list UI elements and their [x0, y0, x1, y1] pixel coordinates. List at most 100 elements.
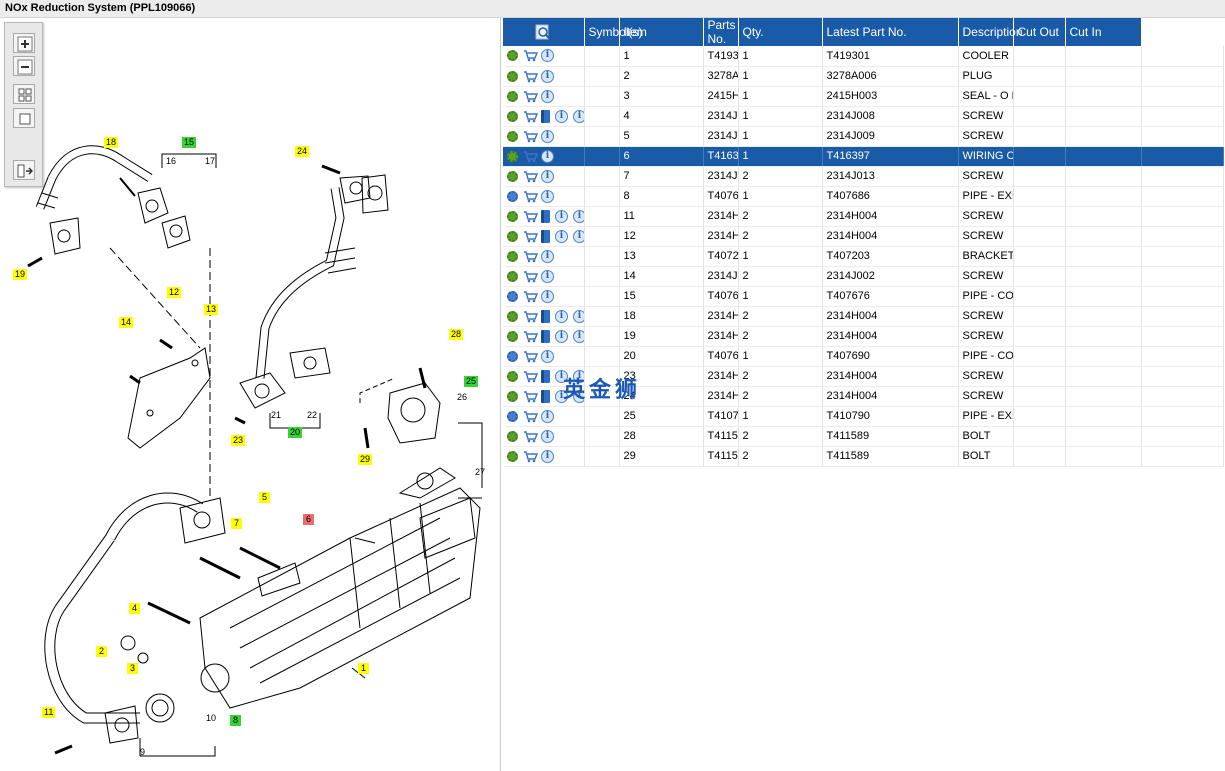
callout-item[interactable]: 8	[230, 715, 241, 726]
add-to-cart-icon[interactable]	[523, 70, 539, 83]
table-row[interactable]: i25T4107901T410790PIPE - EXHAUST	[503, 406, 1224, 427]
callout-item[interactable]: 5	[259, 492, 270, 503]
column-header[interactable]: Symbol(s)	[584, 18, 643, 46]
part-options-gear-icon[interactable]	[507, 450, 518, 462]
fit-all-button[interactable]	[13, 84, 35, 104]
table-row[interactable]: i32415H00312415H003SEAL - O RING	[503, 86, 1224, 107]
add-to-cart-icon[interactable]	[523, 130, 539, 143]
part-info-icon[interactable]: i	[541, 269, 554, 283]
supersession-info-icon[interactable]: i	[573, 209, 583, 223]
callout-item[interactable]: 17	[203, 156, 217, 167]
table-row[interactable]: i6T4163971T416397WIRING CLIP	[503, 146, 1224, 167]
column-header[interactable]: Cut In	[1065, 18, 1142, 46]
part-options-gear-icon[interactable]	[507, 210, 518, 222]
add-to-cart-icon[interactable]	[523, 90, 539, 103]
part-options-gear-icon[interactable]	[507, 90, 518, 102]
callout-item[interactable]: 22	[305, 410, 319, 421]
part-options-gear-icon[interactable]	[507, 230, 518, 242]
table-row[interactable]: ii42314J00812314J008SCREW	[503, 106, 1224, 127]
callout-item[interactable]: 7	[231, 518, 242, 529]
add-to-cart-icon[interactable]	[523, 270, 539, 283]
callout-item[interactable]: 19	[13, 269, 28, 280]
supersession-info-icon[interactable]: i	[573, 229, 583, 243]
part-options-gear-icon[interactable]	[507, 350, 518, 362]
supersession-info-icon[interactable]: i	[573, 329, 583, 343]
part-options-gear-icon[interactable]	[507, 170, 518, 182]
reference-book-icon[interactable]	[541, 329, 550, 343]
part-options-gear-icon[interactable]	[507, 290, 518, 302]
part-info-icon[interactable]: i	[541, 169, 554, 183]
part-info-icon[interactable]: i	[541, 149, 554, 163]
callout-item[interactable]: 9	[137, 747, 148, 758]
part-info-icon[interactable]: i	[541, 449, 554, 463]
callout-item[interactable]: 29	[358, 454, 373, 465]
table-row[interactable]: i20T4076901T407690PIPE - COOLANT	[503, 346, 1224, 367]
part-info-icon[interactable]: i	[555, 209, 568, 223]
callout-item[interactable]: 14	[119, 317, 134, 328]
column-header[interactable]: Cut Out	[1013, 18, 1066, 46]
column-header[interactable]: Item	[619, 18, 704, 46]
callout-item[interactable]: 12	[167, 287, 182, 298]
part-options-gear-icon[interactable]	[507, 310, 518, 322]
table-row[interactable]: ii112314H00422314H004SCREW	[503, 206, 1224, 227]
column-header[interactable]: Qty.	[738, 18, 823, 46]
callout-item[interactable]: 13	[204, 304, 219, 315]
column-header[interactable]: Description	[958, 18, 1023, 46]
add-to-cart-icon[interactable]	[523, 430, 539, 443]
column-header[interactable]: Latest Part No.	[822, 18, 959, 46]
add-to-cart-icon[interactable]	[523, 190, 539, 203]
callout-item[interactable]: 1	[358, 663, 369, 674]
callout-item[interactable]: 25	[464, 376, 479, 387]
add-to-cart-icon[interactable]	[523, 250, 539, 263]
table-row[interactable]: i72314J01322314J013SCREW	[503, 166, 1224, 187]
part-info-icon[interactable]: i	[541, 429, 554, 443]
callout-item[interactable]: 21	[269, 410, 283, 421]
part-info-icon[interactable]: i	[555, 309, 568, 323]
part-info-icon[interactable]: i	[541, 409, 554, 423]
callout-item[interactable]: 16	[164, 156, 178, 167]
table-row[interactable]: i15T4076761T407676PIPE - COOLANT	[503, 286, 1224, 307]
table-row[interactable]: i13T4072031T407203BRACKET	[503, 246, 1224, 267]
supersession-info-icon[interactable]: i	[573, 109, 583, 123]
table-row[interactable]: i142314J00222314J002SCREW	[503, 266, 1224, 287]
part-options-gear-icon[interactable]	[507, 390, 518, 402]
table-row[interactable]: i52314J00912314J009SCREW	[503, 126, 1224, 147]
add-to-cart-icon[interactable]	[523, 350, 539, 363]
part-info-icon[interactable]: i	[541, 349, 554, 363]
table-row[interactable]: i28T4115892T411589BOLT	[503, 426, 1224, 447]
add-to-cart-icon[interactable]	[523, 110, 539, 123]
panel-toggle-button[interactable]	[13, 160, 35, 180]
supersession-info-icon[interactable]: i	[573, 309, 583, 323]
reference-book-icon[interactable]	[541, 209, 550, 223]
callout-item[interactable]: 3	[127, 663, 138, 674]
reference-book-icon[interactable]	[541, 369, 550, 383]
part-options-gear-icon[interactable]	[507, 410, 518, 422]
table-row[interactable]: i29T4115892T411589BOLT	[503, 446, 1224, 467]
table-row[interactable]: ii122314H00422314H004SCREW	[503, 226, 1224, 247]
reference-book-icon[interactable]	[541, 229, 550, 243]
callout-item[interactable]: 23	[231, 435, 246, 446]
table-row[interactable]: ii182314H00422314H004SCREW	[503, 306, 1224, 327]
callout-item[interactable]: 18	[104, 137, 119, 148]
part-options-gear-icon[interactable]	[507, 370, 518, 382]
part-info-icon[interactable]: i	[541, 69, 554, 83]
callout-item[interactable]: 11	[42, 707, 56, 718]
callout-item[interactable]: 4	[129, 603, 140, 614]
part-info-icon[interactable]: i	[541, 289, 554, 303]
reference-book-icon[interactable]	[541, 389, 550, 403]
zoom-out-button[interactable]	[13, 56, 35, 76]
reference-book-icon[interactable]	[541, 109, 550, 123]
part-info-icon[interactable]: i	[555, 109, 568, 123]
part-options-gear-icon[interactable]	[507, 70, 518, 82]
add-to-cart-icon[interactable]	[523, 410, 539, 423]
table-row[interactable]: i8T4076861T407686PIPE - EXHAUST	[503, 186, 1224, 207]
diagram-pane[interactable]: 18 15 16 17 24 19 12 13 14 28 25 26 21 2…	[0, 18, 501, 771]
table-row[interactable]: i1T4193011T419301COOLER	[503, 46, 1224, 67]
callout-item[interactable]: 2	[96, 646, 107, 657]
add-to-cart-icon[interactable]	[523, 210, 539, 223]
callout-item[interactable]: 26	[455, 392, 469, 403]
add-to-cart-icon[interactable]	[523, 390, 539, 403]
part-info-icon[interactable]: i	[541, 49, 554, 63]
add-to-cart-icon[interactable]	[523, 49, 539, 62]
add-to-cart-icon[interactable]	[523, 170, 539, 183]
